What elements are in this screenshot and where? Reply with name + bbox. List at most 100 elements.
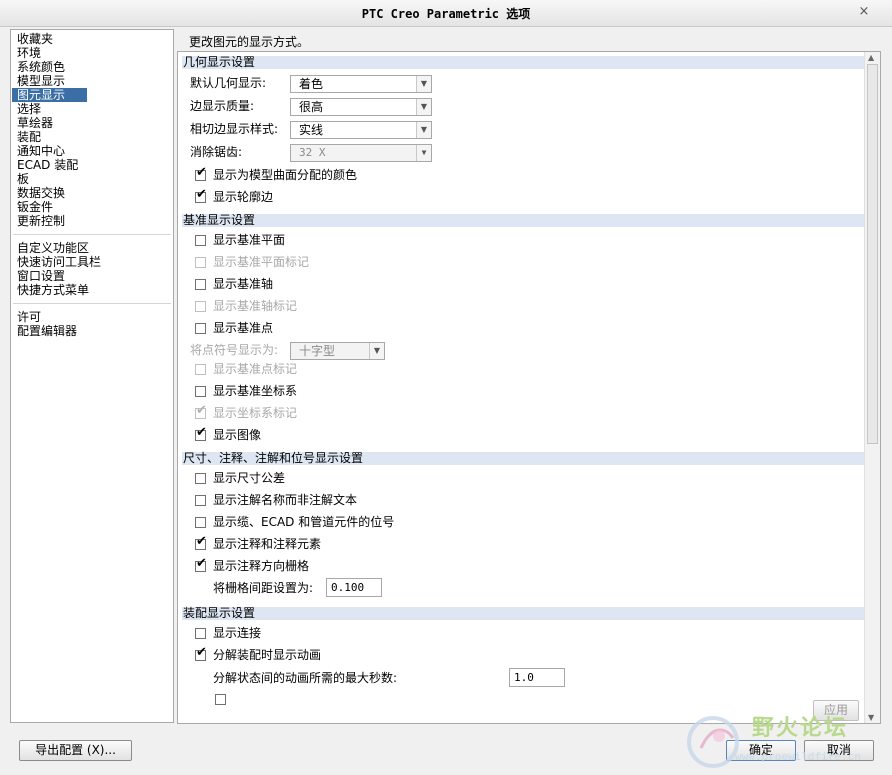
- antialias-label: 消除锯齿:: [190, 145, 243, 159]
- show-datum-planes-checkbox[interactable]: [195, 235, 206, 246]
- show-point-tags-checkbox[interactable]: [195, 364, 206, 375]
- check-icon: ✔: [196, 403, 207, 418]
- show-images-label: 显示图像: [213, 428, 262, 442]
- show-silhouette-checkbox[interactable]: ✔: [195, 188, 207, 203]
- sidebar-item-entity-display[interactable]: 图元显示: [12, 88, 87, 102]
- antialias-value: 32 X: [299, 146, 326, 159]
- sidebar-divider: [13, 234, 171, 235]
- sidebar-item-quick-access-toolbar[interactable]: 快速访问工具栏: [12, 255, 173, 269]
- show-ecad-refdes-checkbox[interactable]: [195, 517, 206, 528]
- edge-quality-label: 边显示质量:: [190, 99, 255, 113]
- scroll-down-icon[interactable]: ▼: [868, 713, 874, 722]
- show-orientation-grid-checkbox[interactable]: ✔: [195, 557, 207, 572]
- sidebar-item-data-exchange[interactable]: 数据交换: [12, 186, 173, 200]
- title-bar: PTC Creo Parametric 选项 ×: [0, 0, 892, 27]
- animate-explode-label: 分解装配时显示动画: [213, 648, 322, 662]
- section-header-dimensions: 尺寸、注释、注解和位号显示设置: [182, 452, 864, 465]
- sidebar-item-shortcut-menus[interactable]: 快捷方式菜单: [12, 283, 173, 297]
- check-icon: ✔: [196, 165, 207, 180]
- show-datum-points-label: 显示基准点: [213, 321, 274, 335]
- sidebar-item-ecad-assembly[interactable]: ECAD 装配: [12, 158, 173, 172]
- sidebar-item-customize-ribbon[interactable]: 自定义功能区: [12, 241, 173, 255]
- scroll-thumb[interactable]: [867, 64, 878, 444]
- grid-spacing-input[interactable]: 0.100: [326, 578, 382, 597]
- watermark-url: www.proewildfire.cn: [735, 750, 861, 763]
- show-tolerances-checkbox[interactable]: [195, 473, 206, 484]
- vertical-scrollbar[interactable]: ▲ ▼: [864, 52, 880, 723]
- tangent-style-value: 实线: [299, 123, 324, 137]
- check-icon: ✔: [196, 556, 207, 571]
- show-plane-tags-checkbox[interactable]: [195, 257, 206, 268]
- animate-explode-checkbox[interactable]: ✔: [195, 646, 207, 661]
- sidebar-item-environment[interactable]: 环境: [12, 46, 173, 60]
- show-surface-colors-checkbox[interactable]: ✔: [195, 166, 207, 181]
- show-csys-tags-checkbox[interactable]: ✔: [195, 404, 207, 419]
- sidebar-item-update-control[interactable]: 更新控制: [12, 214, 173, 228]
- window-title: PTC Creo Parametric 选项: [361, 7, 531, 21]
- show-axis-tags-checkbox[interactable]: [195, 301, 206, 312]
- partial-checkbox[interactable]: [215, 694, 226, 705]
- sidebar-item-assembly[interactable]: 装配: [12, 130, 173, 144]
- section-header-datum: 基准显示设置: [182, 214, 864, 227]
- scroll-up-icon[interactable]: ▲: [868, 53, 874, 62]
- show-annotations-checkbox[interactable]: ✔: [195, 535, 207, 550]
- sidebar-item-favorites[interactable]: 收藏夹: [12, 32, 173, 46]
- close-icon[interactable]: ×: [856, 4, 872, 20]
- show-axis-tags-label: 显示基准轴标记: [213, 299, 298, 313]
- default-geometry-value: 着色: [299, 77, 324, 91]
- show-tolerances-label: 显示尺寸公差: [213, 471, 286, 485]
- show-surface-colors-label: 显示为模型曲面分配的颜色: [213, 168, 358, 182]
- sidebar-item-notification-center[interactable]: 通知中心: [12, 144, 173, 158]
- section-header-geometry: 几何显示设置: [182, 56, 864, 69]
- export-config-button[interactable]: 导出配置 (X)...: [19, 740, 132, 761]
- chevron-down-icon: ▼: [416, 76, 431, 92]
- sidebar-item-model-display[interactable]: 模型显示: [12, 74, 173, 88]
- show-images-checkbox[interactable]: ✔: [195, 426, 207, 441]
- check-icon: ✔: [196, 425, 207, 440]
- sidebar-item-system-colors[interactable]: 系统颜色: [12, 60, 173, 74]
- show-connections-checkbox[interactable]: [195, 628, 206, 639]
- chevron-down-icon: ▼: [416, 99, 431, 115]
- chevron-down-icon: ▼: [416, 122, 431, 138]
- sidebar-item-board[interactable]: 板: [12, 172, 173, 186]
- check-icon: ✔: [196, 187, 207, 202]
- section-header-assembly: 装配显示设置: [182, 607, 864, 620]
- page-description: 更改图元的显示方式。: [189, 35, 310, 49]
- default-geometry-label: 默认几何显示:: [190, 76, 267, 90]
- max-seconds-input[interactable]: 1.0: [509, 668, 565, 687]
- show-annotations-label: 显示注释和注释元素: [213, 537, 322, 551]
- default-geometry-select[interactable]: 着色 ▼: [290, 75, 432, 93]
- show-csys-checkbox[interactable]: [195, 386, 206, 397]
- show-datum-points-checkbox[interactable]: [195, 323, 206, 334]
- category-sidebar: 收藏夹 环境 系统颜色 模型显示 图元显示 选择 草绘器 装配 通知中心 ECA…: [10, 29, 174, 723]
- show-datum-axes-checkbox[interactable]: [195, 279, 206, 290]
- tangent-style-label: 相切边显示样式:: [190, 122, 279, 136]
- sidebar-divider: [13, 303, 171, 304]
- chevron-down-icon: ▼: [369, 343, 384, 359]
- antialias-select[interactable]: 32 X ▼: [290, 144, 432, 162]
- watermark-text: 野火论坛: [752, 716, 849, 741]
- show-csys-tags-label: 显示坐标系标记: [213, 406, 298, 420]
- show-point-tags-label: 显示基准点标记: [213, 362, 298, 376]
- show-csys-label: 显示基准坐标系: [213, 384, 298, 398]
- sidebar-item-config-editor[interactable]: 配置编辑器: [12, 324, 173, 338]
- edge-quality-select[interactable]: 很高 ▼: [290, 98, 432, 116]
- show-orientation-grid-label: 显示注释方向栅格: [213, 559, 310, 573]
- point-symbol-select[interactable]: 十字型 ▼: [290, 342, 385, 360]
- tangent-style-select[interactable]: 实线 ▼: [290, 121, 432, 139]
- sidebar-item-sketcher[interactable]: 草绘器: [12, 116, 173, 130]
- show-note-names-label: 显示注解名称而非注解文本: [213, 493, 358, 507]
- max-seconds-label: 分解状态间的动画所需的最大秒数:: [213, 671, 398, 685]
- sidebar-item-selection[interactable]: 选择: [12, 102, 173, 116]
- show-silhouette-label: 显示轮廓边: [213, 190, 274, 204]
- sidebar-item-license[interactable]: 许可: [12, 310, 173, 324]
- show-connections-label: 显示连接: [213, 626, 262, 640]
- sidebar-item-window-settings[interactable]: 窗口设置: [12, 269, 173, 283]
- chevron-down-icon: ▼: [416, 145, 431, 161]
- options-content: 更改图元的显示方式。 几何显示设置 默认几何显示: 着色 ▼ 边显示质量: 很高…: [177, 29, 881, 724]
- show-note-names-checkbox[interactable]: [195, 495, 206, 506]
- show-ecad-refdes-label: 显示缆、ECAD 和管道元件的位号: [213, 515, 395, 529]
- sidebar-item-sheetmetal[interactable]: 钣金件: [12, 200, 173, 214]
- edge-quality-value: 很高: [299, 100, 324, 114]
- point-symbol-value: 十字型: [299, 344, 336, 358]
